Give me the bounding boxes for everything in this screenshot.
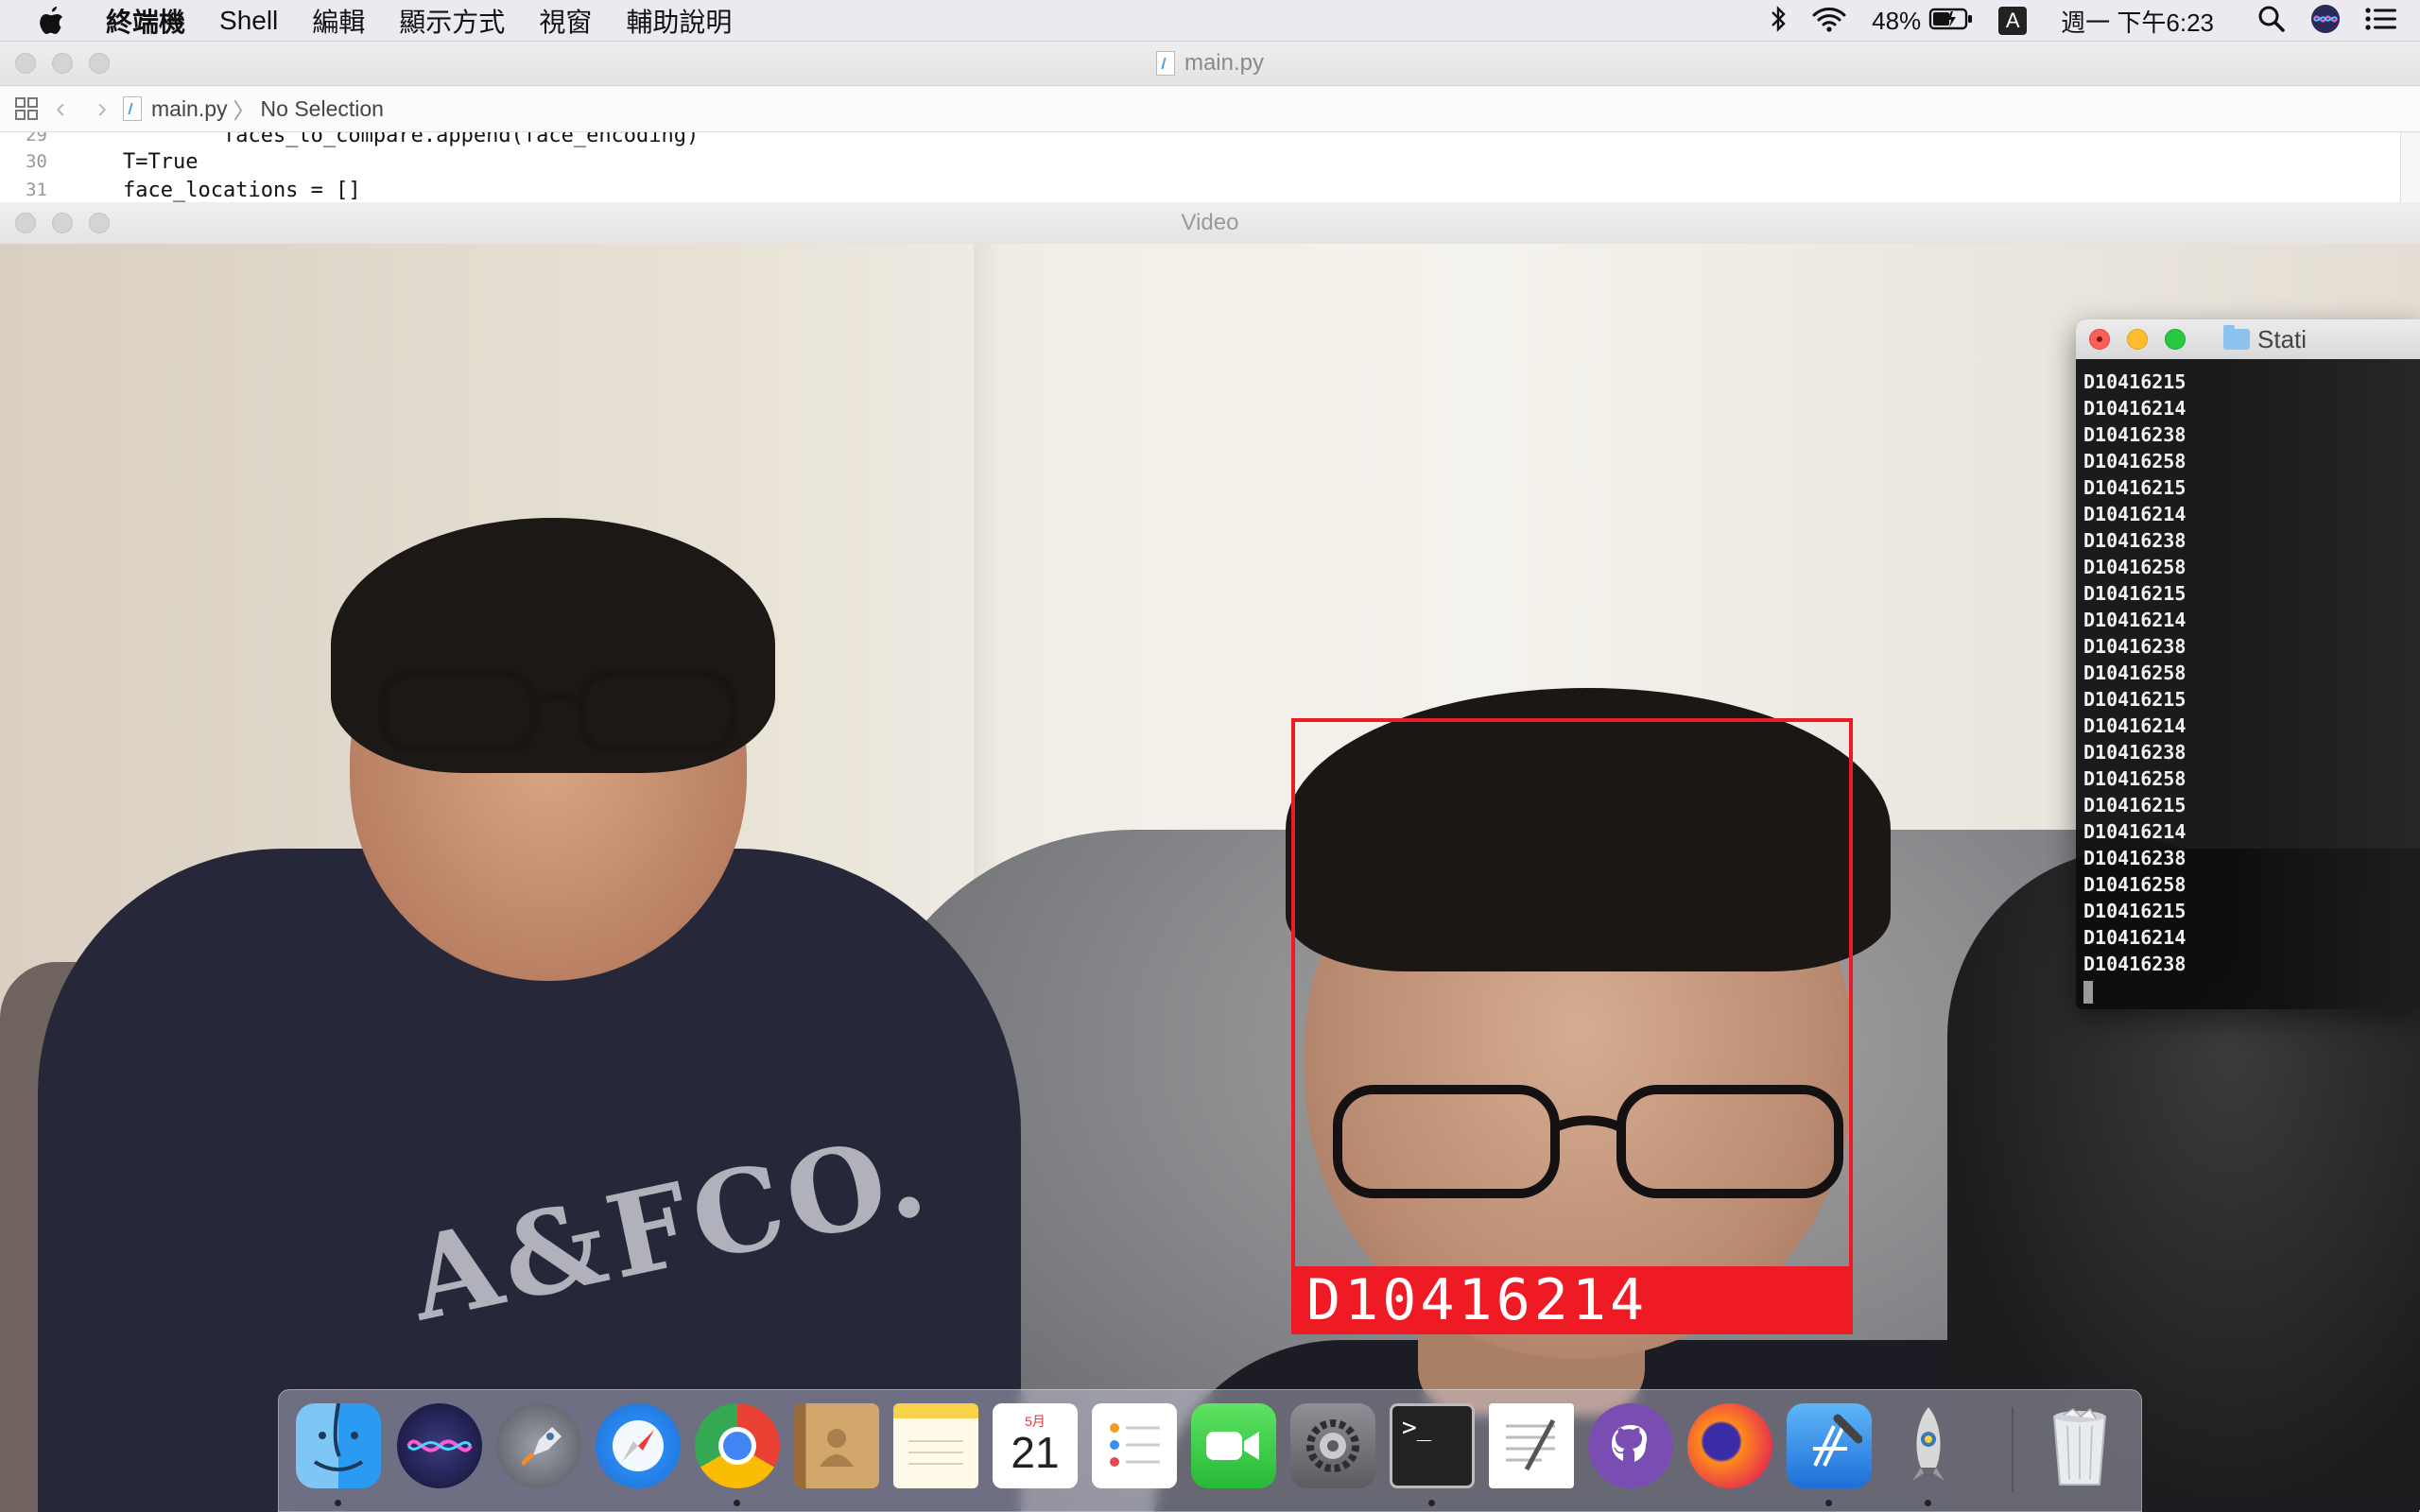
python-file-icon (123, 96, 142, 121)
running-indicator (1428, 1500, 1435, 1506)
face-recognition-label: D10416214 (1291, 1266, 1853, 1334)
menu-window[interactable]: 視窗 (539, 2, 592, 40)
siri-menubar-icon[interactable] (2310, 4, 2341, 39)
code-text: face_locations = [] (123, 178, 361, 202)
calendar-icon[interactable]: 5月 21 (993, 1403, 1078, 1488)
apple-menu-icon[interactable] (36, 5, 68, 37)
finder-icon[interactable] (296, 1403, 381, 1488)
back-chevron-icon[interactable]: ‹ (40, 93, 81, 125)
calendar-day: 21 (1011, 1428, 1060, 1477)
siri-icon[interactable] (397, 1403, 482, 1488)
zoom-button[interactable] (89, 53, 110, 74)
input-source-badge[interactable]: A (1998, 7, 2028, 35)
notification-center-icon[interactable] (2365, 7, 2397, 36)
facetime-icon[interactable] (1191, 1403, 1276, 1488)
xcode-title-text: main.py (1184, 50, 1265, 76)
reminders-icon[interactable] (1092, 1403, 1177, 1488)
menu-shell[interactable]: Shell (219, 6, 278, 36)
menu-edit[interactable]: 編輯 (312, 2, 365, 40)
python-launcher-icon[interactable] (1886, 1403, 1971, 1488)
jump-bar-file[interactable]: main.py (151, 96, 228, 122)
line-number: 31 (26, 180, 47, 200)
code-editor[interactable]: 29 faces_to_compare.append(face_encoding… (0, 132, 2420, 202)
running-indicator (1825, 1500, 1832, 1506)
code-text: T=True (123, 149, 199, 174)
contacts-icon[interactable] (794, 1403, 879, 1488)
jump-bar: ‹ › main.py 〉 No Selection (0, 86, 2420, 132)
menubar-clock[interactable]: 週一 下午6:23 (2061, 4, 2214, 39)
xcode-titlebar[interactable]: main.py (0, 42, 2420, 86)
folder-icon (2223, 325, 2250, 350)
video-window-title: Video (1181, 210, 1239, 235)
running-indicator (335, 1500, 341, 1506)
menu-bar: 終端機 Shell 編輯 顯示方式 視窗 輔助說明 48% A 週一 下午6:2… (0, 0, 2420, 42)
spotlight-search-icon[interactable] (2257, 5, 2286, 38)
close-button[interactable] (15, 53, 36, 74)
webcam-frame: A&FCO. D10416214 (0, 244, 2420, 1512)
minimize-button[interactable] (2127, 329, 2148, 350)
menu-view[interactable]: 顯示方式 (399, 2, 505, 40)
trash-icon[interactable] (2037, 1403, 2122, 1488)
battery-charging-icon[interactable] (1928, 7, 1974, 36)
terminal-prompt-glyph: >_ (1402, 1414, 1432, 1442)
terminal-window: Stati D10416215 D10416214 D10416238 D104162… (2076, 319, 2420, 1009)
github-desktop-icon[interactable] (1588, 1403, 1673, 1488)
xcode-window-title: main.py (1155, 50, 1265, 77)
wifi-icon[interactable] (1811, 5, 1847, 38)
xcode-icon[interactable] (1787, 1403, 1872, 1488)
terminal-icon[interactable]: >_ (1390, 1403, 1475, 1488)
terminal-titlebar[interactable]: Stati (2076, 319, 2420, 359)
system-preferences-icon[interactable] (1290, 1403, 1375, 1488)
terminal-cursor (2083, 981, 2093, 1004)
jump-bar-separator: 〉 (233, 98, 255, 123)
textedit-icon[interactable] (1489, 1403, 1574, 1488)
face-detection-box (1291, 718, 1853, 1285)
dock-separator (2012, 1407, 2014, 1492)
zoom-button[interactable] (89, 213, 110, 233)
menu-app-terminal[interactable]: 終端機 (106, 2, 185, 40)
running-indicator (1925, 1500, 1931, 1506)
notes-icon[interactable] (893, 1403, 978, 1488)
xcode-editor-window: main.py ‹ › main.py 〉 No Selection 29 fa… (0, 42, 2420, 203)
code-line: 30 T=True (0, 147, 198, 176)
terminal-title: Stati (2257, 324, 2308, 353)
minimize-button[interactable] (52, 53, 73, 74)
code-line: 31 face_locations = [] (0, 176, 361, 202)
running-indicator (734, 1500, 740, 1506)
jump-bar-selection[interactable]: No Selection (261, 96, 384, 122)
terminal-reflection (2231, 359, 2420, 1009)
bluetooth-icon[interactable] (1770, 5, 1787, 38)
forward-chevron-icon[interactable]: › (81, 93, 123, 125)
editor-scrollbar[interactable] (2400, 132, 2420, 202)
python-file-icon (1155, 51, 1175, 76)
line-number: 29 (26, 132, 47, 146)
video-titlebar[interactable]: Video (0, 202, 2420, 245)
minimize-button[interactable] (52, 213, 73, 233)
launchpad-icon[interactable] (496, 1403, 581, 1488)
safari-icon[interactable] (596, 1403, 681, 1488)
person-left-glasses (378, 669, 737, 754)
firefox-icon[interactable] (1687, 1403, 1772, 1488)
battery-percent[interactable]: 48% (1872, 7, 1921, 36)
related-items-icon[interactable] (13, 95, 40, 122)
menu-help[interactable]: 輔助說明 (626, 2, 732, 40)
close-button[interactable] (2089, 329, 2110, 350)
code-text: faces_to_compare.append(face_encoding) (123, 132, 700, 147)
chrome-icon[interactable] (695, 1403, 780, 1488)
video-window: Video A&FCO. D10416214 (0, 202, 2420, 1512)
zoom-button[interactable] (2165, 329, 2186, 350)
line-number: 30 (26, 151, 47, 172)
close-button[interactable] (15, 213, 36, 233)
dock: 5月 21 >_ (278, 1389, 2142, 1512)
